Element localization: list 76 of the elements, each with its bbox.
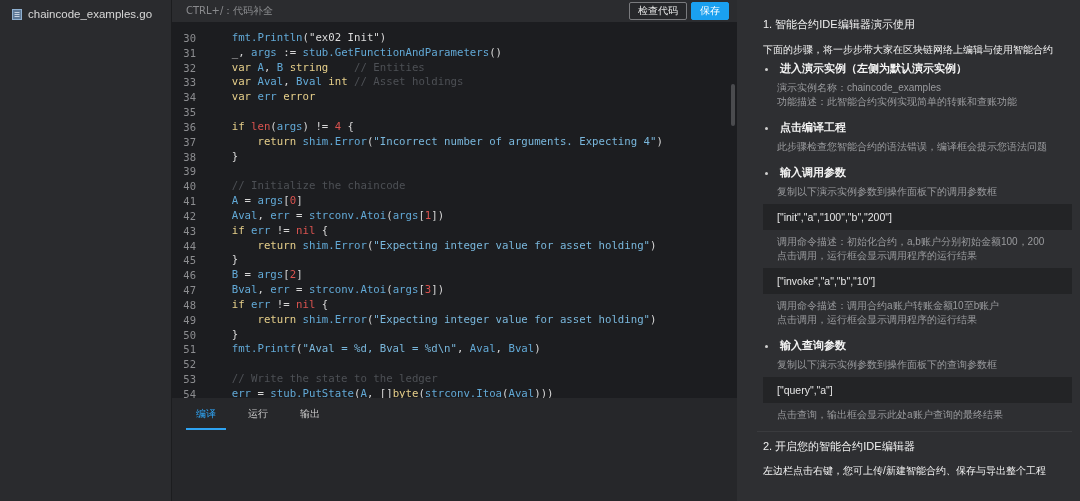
step-title: 输入调用参数 [780, 166, 846, 180]
code-sample: ["query","a"] [763, 377, 1072, 403]
line-number: 32 [182, 60, 197, 76]
line-number: 39 [182, 164, 197, 180]
code-line: } [230, 149, 239, 165]
line-number: 47 [182, 283, 197, 298]
code-line: } [230, 327, 239, 343]
code-line: return shim.Error("Expecting integer value for asset holding") [256, 238, 657, 254]
code-editor[interactable] [172, 22, 737, 398]
line-number: 48 [182, 297, 197, 313]
check-code-button[interactable]: 检查代码 [629, 2, 687, 20]
line-number: 53 [182, 372, 197, 387]
bullet-icon [765, 344, 768, 348]
line-number: 42 [182, 208, 197, 224]
line-number: 36 [182, 119, 197, 135]
line-number: 34 [182, 90, 197, 106]
step-note: 复制以下演示实例参数到操作面板下的查询参数框 [776, 358, 998, 372]
panel-tab[interactable]: 运行 [238, 398, 278, 430]
line-number: 44 [182, 238, 197, 254]
line-number: 45 [182, 253, 197, 269]
bullet-icon [765, 171, 768, 175]
code-line: var err error [230, 90, 316, 106]
step-title: 点击编译工程 [780, 121, 846, 135]
scrollbar-thumb[interactable] [731, 84, 735, 126]
intro-text: 下面的步骤，将一步步带大家在区块链网络上编辑与使用智能合约 [763, 43, 1053, 57]
code-line: fmt.Println("ex02 Init") [230, 31, 387, 46]
code-line: _, args := stub.GetFunctionAndParameters() [230, 45, 503, 61]
line-number: 31 [182, 45, 197, 61]
line-number: 30 [182, 31, 197, 46]
section-heading: 2. 开启您的智能合约IDE编辑器 [763, 439, 916, 454]
code-line: if err != nil { [230, 297, 329, 313]
step-note: 点击调用，运行框会显示调用程序的运行结果 [776, 313, 978, 327]
line-number: 37 [182, 134, 197, 150]
code-line: return shim.Error("Expecting integer value for asset holding") [256, 312, 657, 328]
line-number: 54 [182, 386, 197, 398]
code-line: return shim.Error("Incorrect number of arguments. Expecting 4") [256, 134, 663, 150]
step-note: 演示实例名称：chaincode_examples [776, 81, 942, 95]
line-number: 33 [182, 75, 197, 91]
code-line: fmt.Printf("Aval = %d, Bval = %d\n", Aval, Bval) [230, 342, 541, 358]
line-number: 38 [182, 149, 197, 165]
section-heading: 1. 智能合约IDE编辑器演示使用 [763, 17, 916, 32]
code-line: B = args[2] [230, 268, 303, 284]
intro-text: 左边栏点击右键，您可上传/新建智能合约、保存与导出整个工程 [763, 464, 1046, 478]
panel-tab[interactable]: 编译 [186, 398, 226, 430]
step-note: 调用命令描述：调用合约a账户转账金额10至b账户 [776, 299, 1001, 313]
code-line: if len(args) != 4 { [230, 119, 355, 135]
line-number: 41 [182, 194, 197, 209]
code-sample: ["invoke","a","b","10"] [763, 268, 1072, 294]
line-number: 46 [182, 268, 197, 284]
step-note: 此步骤检查您智能合约的语法错误，编译框会提示您语法问题 [776, 140, 1048, 154]
step-note: 复制以下演示实例参数到操作面板下的调用参数框 [776, 185, 998, 199]
step-title: 输入查询参数 [780, 339, 846, 353]
file-item[interactable]: chaincode_examples.go [8, 6, 171, 22]
code-line: if err != nil { [230, 223, 329, 239]
code-line: Aval, err = strconv.Atoi(args[1]) [230, 208, 445, 224]
bullet-icon [765, 126, 768, 130]
line-number: 35 [182, 105, 197, 120]
line-number: 40 [182, 179, 197, 195]
document-icon [12, 8, 22, 20]
step-note: 调用命令描述：初始化合约，a,b账户分别初始金额100，200 [776, 235, 1046, 249]
code-line: A = args[0] [230, 194, 303, 209]
code-line: Bval, err = strconv.Atoi(args[3]) [230, 283, 445, 298]
line-number: 50 [182, 327, 197, 343]
step-note: 点击查询，输出框会显示此处a账户查询的最终结果 [776, 408, 1004, 422]
line-number: 51 [182, 342, 197, 358]
step-note: 点击调用，运行框会显示调用程序的运行结果 [776, 249, 978, 263]
step-title: 进入演示实例（左侧为默认演示实例） [780, 62, 967, 76]
bullet-icon [765, 67, 768, 71]
line-number: 52 [182, 357, 197, 373]
shortcut-hint: CTRL+/：代码补全 [186, 4, 274, 18]
step-note: 功能描述：此智能合约实例实现简单的转账和查账功能 [776, 95, 1018, 109]
line-number: 43 [182, 223, 197, 239]
line-number: 49 [182, 312, 197, 328]
code-line: } [230, 253, 239, 269]
panel-tab[interactable]: 输出 [290, 398, 330, 430]
code-sample: ["init","a","100","b","200"] [763, 204, 1072, 230]
